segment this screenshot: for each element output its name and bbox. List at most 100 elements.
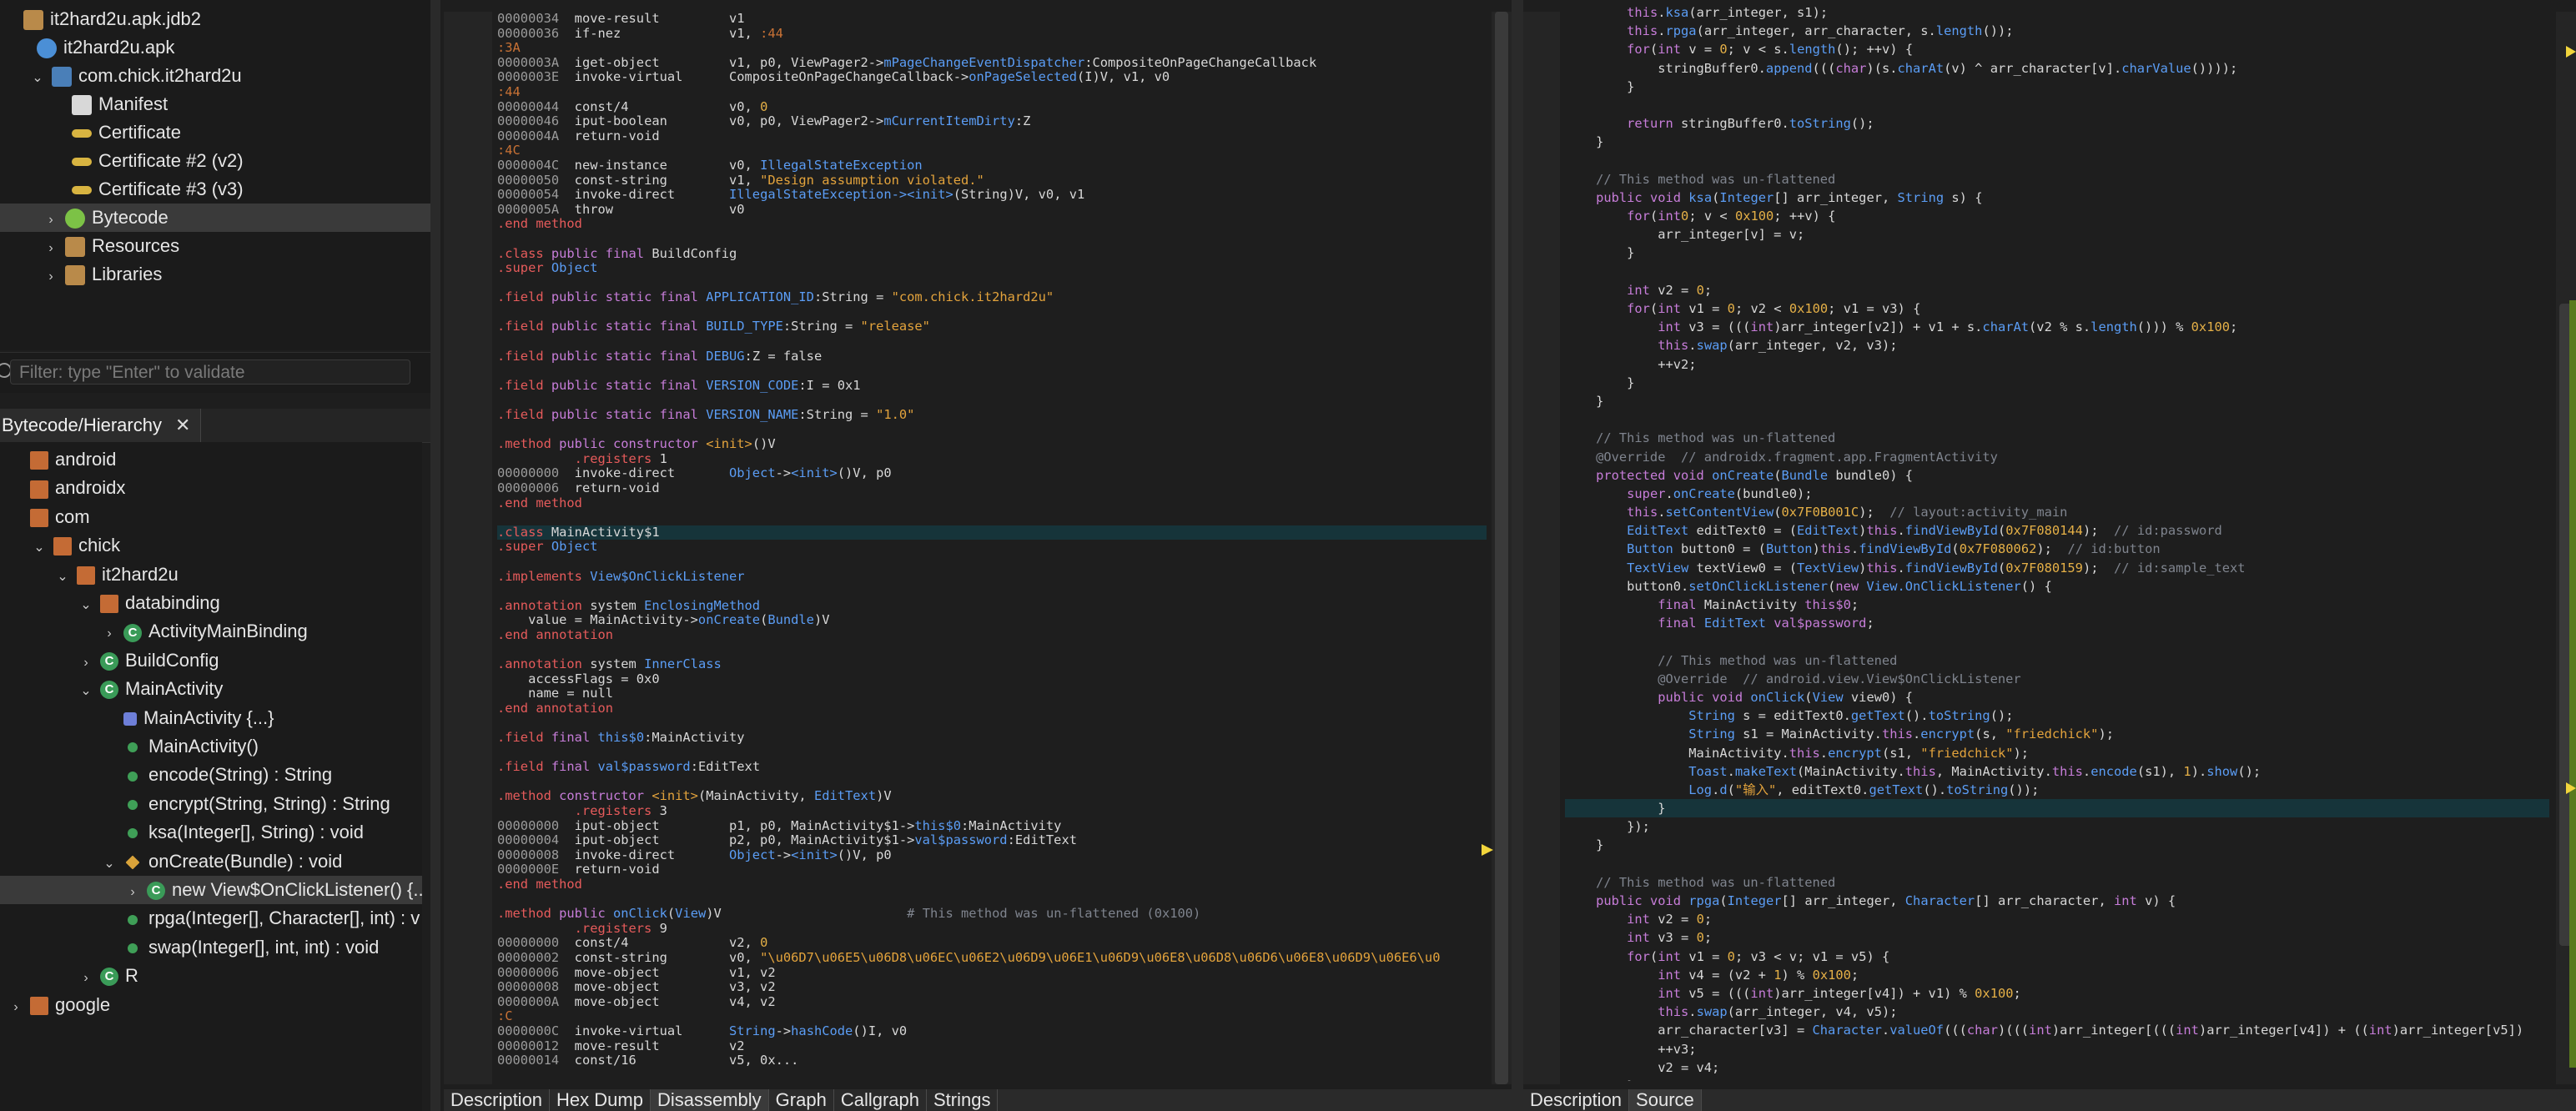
code-line: 00000014 const/16 v5, 0x... (497, 1053, 799, 1068)
hierarchy-item[interactable]: rpga(Integer[], Character[], int) : v (0, 904, 420, 933)
hierarchy-item[interactable]: ⌄ chick (0, 531, 120, 560)
hierarchy-item[interactable]: › C BuildConfig (0, 646, 219, 675)
close-icon[interactable]: ✕ (175, 415, 190, 435)
bytecode-hierarchy-tree: android androidx com ⌄ chick ⌄ it2hard2u ⌄ datab… (0, 442, 422, 1111)
tab-disassembly[interactable]: Disassembly (650, 1089, 769, 1111)
chevron-icon[interactable]: › (7, 993, 25, 1022)
code-line: ++v3; (1565, 1041, 1697, 1057)
hierarchy-item-label: MainActivity() (148, 736, 259, 757)
hierarchy-item[interactable]: android (0, 445, 116, 474)
code-line: 0000003E invoke-virtual CompositeOnPageC… (497, 69, 1170, 85)
tree-item[interactable]: › Resources (0, 232, 179, 260)
source-code[interactable]: this.ksa(arr_integer, s1); this.rpga(arr… (1565, 3, 2549, 1081)
package-icon (53, 537, 72, 556)
tab-source[interactable]: Source (1629, 1089, 1702, 1111)
code-line: .field final this$0:MainActivity (497, 730, 745, 746)
folder-icon (23, 10, 43, 31)
code-line: .field public static final BUILD_TYPE:St… (497, 319, 930, 334)
chevron-icon[interactable]: ⌄ (77, 677, 95, 706)
hierarchy-item[interactable]: ksa(Integer[], String) : void (0, 818, 364, 847)
class-icon: C (147, 882, 165, 901)
splitter[interactable] (1512, 0, 1523, 1111)
hierarchy-item-label: ksa(Integer[], String) : void (148, 822, 364, 843)
tab-description[interactable]: Description (444, 1089, 551, 1111)
vertical-scrollbar[interactable] (1492, 12, 1512, 1084)
code-line: final EditText val$password; (1658, 616, 1874, 631)
chevron-icon[interactable]: ⌄ (53, 563, 72, 591)
chevron-icon[interactable]: › (123, 878, 142, 907)
code-line: public void ksa(Integer[] arr_integer, S… (1596, 189, 1983, 205)
hierarchy-item[interactable]: ⌄ databinding (0, 589, 220, 617)
hierarchy-item[interactable]: ⌄ C MainActivity (0, 675, 223, 703)
hierarchy-item[interactable]: › C ActivityMainBinding (0, 617, 308, 646)
tree-item[interactable]: ⌄ com.chick.it2hard2u (0, 62, 242, 90)
tree-item[interactable]: it2hard2u.apk (0, 33, 174, 62)
code-line: .field final val$password:EditText (497, 759, 761, 775)
tree-item[interactable]: › Libraries (0, 260, 162, 289)
tab-label: Bytecode/Hierarchy (2, 415, 162, 435)
tree-item[interactable]: › Bytecode (0, 204, 430, 232)
hierarchy-item-label: MainActivity {...} (143, 706, 274, 728)
filter-input[interactable]: Filter: type "Enter" to validate (10, 359, 410, 385)
hierarchy-item[interactable]: androidx (0, 474, 125, 502)
code-line: :4C (497, 143, 521, 158)
key-icon (72, 129, 92, 138)
hierarchy-item[interactable]: encrypt(String, String) : String (0, 790, 390, 818)
chevron-icon[interactable]: ⌄ (100, 850, 118, 878)
code-line: .end method (497, 495, 582, 510)
chevron-icon[interactable]: › (42, 234, 60, 263)
hierarchy-item[interactable]: › C R (0, 962, 138, 990)
disassembly-code[interactable]: 00000034 move-result v1 00000036 if-nez v… (497, 12, 1487, 1084)
hierarchy-item[interactable]: com (0, 503, 90, 531)
code-line: accessFlags = 0x0 (497, 671, 660, 686)
code-line: 00000012 move-result v2 (497, 1038, 745, 1053)
tree-item-label: Libraries (92, 264, 163, 284)
tab-bytecode-hierarchy[interactable]: Bytecode/Hierarchy ✕ (0, 409, 202, 442)
hierarchy-item[interactable]: › Cnew View$OnClickListener() {... (0, 876, 422, 904)
splitter[interactable] (430, 0, 440, 1111)
chevron-icon[interactable]: › (77, 964, 95, 993)
tree-item-label: Manifest (98, 93, 169, 114)
tree-item[interactable]: Certificate #2 (v2) (0, 147, 244, 175)
method-icon (128, 799, 138, 810)
tab-graph[interactable]: Graph (769, 1089, 834, 1111)
hierarchy-item[interactable]: ⌄ it2hard2u (0, 561, 179, 589)
hierarchy-item[interactable]: swap(Integer[], int, int) : void (0, 933, 379, 962)
chevron-icon[interactable]: ⌄ (30, 534, 48, 562)
code-line: public void rpga(Integer[] arr_integer, … (1596, 893, 2176, 908)
code-line: int v5 = (((int)arr_integer[v4]) + v1) %… (1658, 985, 2021, 1001)
code-line: .end annotation (497, 626, 613, 642)
chevron-icon[interactable]: ⌄ (28, 64, 47, 93)
hierarchy-item[interactable]: MainActivity {...} (0, 704, 274, 732)
hierarchy-item[interactable]: › google (0, 991, 110, 1019)
tree-item[interactable]: it2hard2u.apk.jdb2 (0, 5, 201, 33)
code-line: Toast.makeText(MainActivity.this, MainAc… (1688, 763, 2262, 779)
hierarchy-item-label: swap(Integer[], int, int) : void (148, 936, 380, 958)
chevron-icon[interactable]: › (77, 649, 95, 677)
tree-item[interactable]: Certificate #3 (v3) (0, 175, 244, 204)
chevron-icon[interactable]: ⌄ (77, 591, 95, 620)
chevron-icon[interactable]: › (42, 263, 60, 291)
chevron-icon[interactable]: › (100, 620, 118, 648)
hierarchy-item[interactable]: MainActivity() (0, 732, 259, 761)
tab-hex-dump[interactable]: Hex Dump (550, 1089, 651, 1111)
tree-item-label: Certificate #2 (v2) (98, 150, 244, 171)
tab-strings[interactable]: Strings (927, 1089, 999, 1111)
tree-item-label: Certificate (98, 122, 182, 143)
tab-description[interactable]: Description (1523, 1089, 1630, 1111)
code-line: 00000000 invoke-direct Object-><init>()V… (497, 465, 892, 481)
tree-item[interactable]: Certificate (0, 118, 181, 147)
initializer-icon (123, 711, 137, 726)
hierarchy-item[interactable]: encode(String) : String (0, 761, 332, 789)
tree-item[interactable]: Manifest (0, 90, 168, 118)
code-line: .end method (497, 216, 582, 232)
code-line: name = null (497, 686, 613, 701)
position-marker-icon (2566, 782, 2576, 794)
hierarchy-item[interactable]: ⌄ onCreate(Bundle) : void (0, 847, 342, 876)
tab-callgraph[interactable]: Callgraph (834, 1089, 927, 1111)
hierarchy-item-label: new View$OnClickListener() {... (172, 879, 422, 900)
chevron-icon[interactable]: › (42, 206, 60, 234)
